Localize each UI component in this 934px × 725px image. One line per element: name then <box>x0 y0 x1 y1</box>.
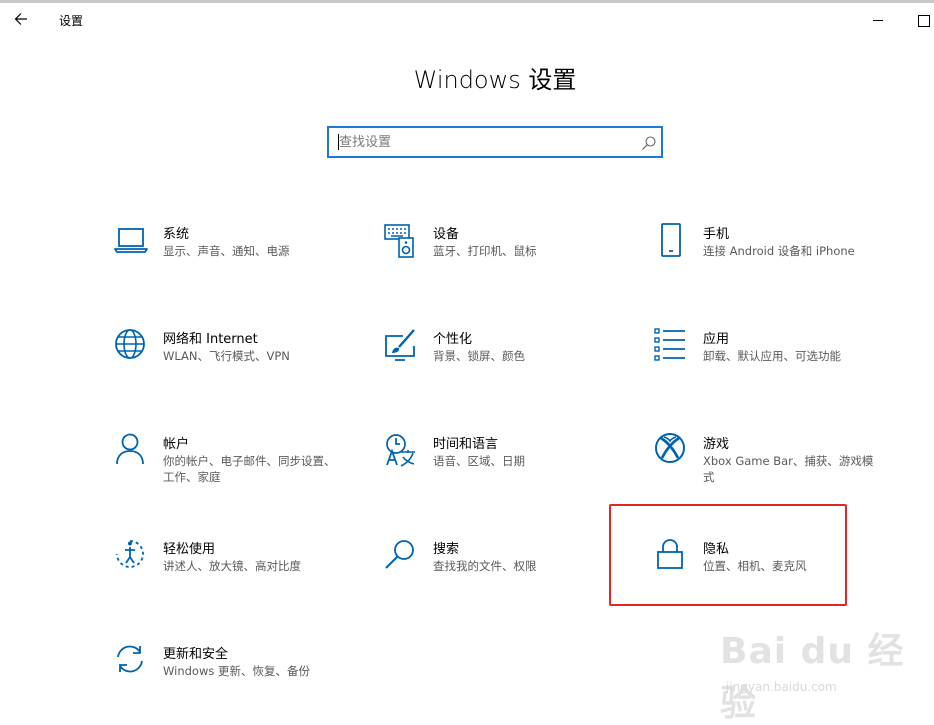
tile-description: Xbox Game Bar、捕获、游戏模式 <box>703 454 874 484</box>
tile-search[interactable]: 搜索 查找我的文件、权限 <box>383 538 613 608</box>
tile-title: 网络和 Internet <box>163 332 258 347</box>
maximize-button[interactable] <box>912 9 934 31</box>
paint-icon <box>383 328 419 364</box>
tile-update-security[interactable]: 更新和安全 Windows 更新、恢复、备份 <box>113 643 343 713</box>
privacy-highlight-box <box>609 504 847 606</box>
phone-icon <box>653 223 689 259</box>
tile-system[interactable]: 系统 显示、声音、通知、电源 <box>113 223 343 293</box>
tile-description: 语音、区域、日期 <box>433 454 525 468</box>
tile-gaming[interactable]: 游戏 Xbox Game Bar、捕获、游戏模式 <box>653 433 883 503</box>
tile-title: 设备 <box>433 227 460 242</box>
tile-network[interactable]: 网络和 Internet WLAN、飞行模式、VPN <box>113 328 343 398</box>
tile-title: 手机 <box>703 227 730 242</box>
app-title: 设置 <box>59 14 84 28</box>
tile-description: 显示、声音、通知、电源 <box>163 244 290 258</box>
time-language-icon <box>383 433 419 469</box>
magnifier-icon <box>383 538 419 574</box>
tile-phone[interactable]: 手机 连接 Android 设备和 iPhone <box>653 223 883 293</box>
watermark-logo: Bai du 经验 <box>720 631 905 724</box>
tile-title: 系统 <box>163 227 190 242</box>
sync-icon <box>113 643 149 679</box>
text-cursor <box>338 134 339 150</box>
tile-time-language[interactable]: 时间和语言 语音、区域、日期 <box>383 433 613 503</box>
tile-apps[interactable]: 应用 卸载、默认应用、可选功能 <box>653 328 883 398</box>
minimize-button[interactable] <box>866 9 890 31</box>
baidu-jingyan-watermark: Bai du 经验 jingyan.baidu.com <box>720 618 930 724</box>
back-arrow-icon <box>14 13 27 25</box>
page-title: Windows 设置 <box>413 66 577 94</box>
person-icon <box>113 433 149 469</box>
xbox-icon <box>653 433 689 469</box>
laptop-icon <box>113 223 149 259</box>
tile-description: WLAN、飞行模式、VPN <box>163 349 290 363</box>
tile-title: 帐户 <box>163 437 190 452</box>
tile-description: 蓝牙、打印机、鼠标 <box>433 244 537 258</box>
watermark-url: jingyan.baidu.com <box>726 680 837 694</box>
tile-description: Windows 更新、恢复、备份 <box>163 664 310 678</box>
tile-title: 搜索 <box>433 542 460 557</box>
tile-title: 游戏 <box>703 437 730 452</box>
tile-accounts[interactable]: 帐户 你的帐户、电子邮件、同步设置、工作、家庭 <box>113 433 343 503</box>
globe-icon <box>113 328 149 364</box>
tile-description: 背景、锁屏、颜色 <box>433 349 525 363</box>
tile-description: 查找我的文件、权限 <box>433 559 537 573</box>
tile-devices[interactable]: 设备 蓝牙、打印机、鼠标 <box>383 223 613 293</box>
apps-list-icon <box>653 328 689 364</box>
tile-title: 更新和安全 <box>163 647 229 662</box>
tile-title: 个性化 <box>433 332 473 347</box>
tile-description: 讲述人、放大镜、高对比度 <box>163 559 301 573</box>
tile-ease-of-access[interactable]: 轻松使用 讲述人、放大镜、高对比度 <box>113 538 343 608</box>
search-box[interactable] <box>327 126 663 158</box>
title-bar: 设置 <box>0 3 934 35</box>
search-input[interactable] <box>331 130 631 154</box>
back-button[interactable] <box>8 7 36 31</box>
tile-description: 卸载、默认应用、可选功能 <box>703 349 841 363</box>
tile-description: 你的帐户、电子邮件、同步设置、工作、家庭 <box>163 454 336 484</box>
tile-title: 轻松使用 <box>163 542 216 557</box>
tile-title: 时间和语言 <box>433 437 499 452</box>
tile-description: 连接 Android 设备和 iPhone <box>703 244 855 258</box>
ease-of-access-icon <box>113 538 149 574</box>
search-icon[interactable] <box>640 134 658 152</box>
keyboard-icon <box>383 223 419 259</box>
tile-personalization[interactable]: 个性化 背景、锁屏、颜色 <box>383 328 613 398</box>
tile-title: 应用 <box>703 332 730 347</box>
